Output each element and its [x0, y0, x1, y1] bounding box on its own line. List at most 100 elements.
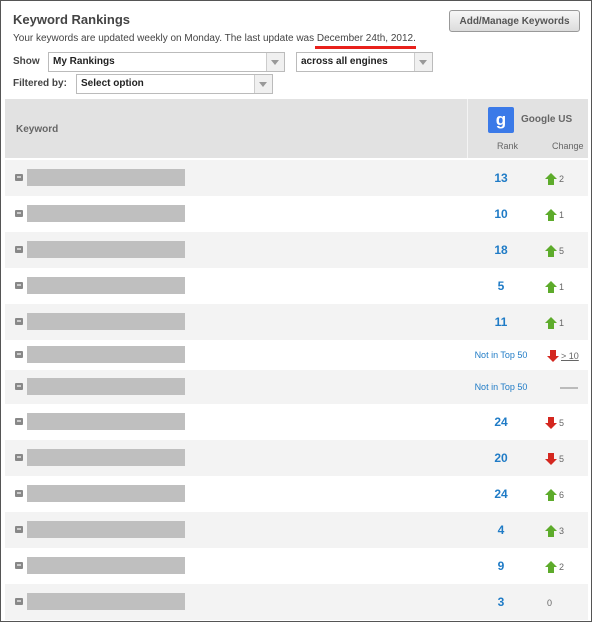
change-value: > 10: [561, 350, 579, 361]
keyword-icon: [15, 598, 23, 605]
arrow-down-icon: [545, 452, 557, 465]
arrow-up-icon: [545, 208, 557, 221]
keyword-icon: [15, 351, 23, 358]
change-cell: > 10: [547, 340, 579, 370]
rank-value: 24: [494, 487, 508, 501]
keyword-redacted: [27, 205, 185, 222]
rank-value: 11: [494, 315, 508, 329]
table-row[interactable]: 51: [5, 268, 588, 304]
keyword-icon: [15, 246, 23, 253]
google-logo-icon: g: [488, 107, 514, 133]
keyword-icon: [15, 210, 23, 217]
change-value: 0: [547, 597, 553, 608]
table-row[interactable]: Not in Top 50: [5, 370, 588, 404]
change-value: 5: [559, 453, 565, 464]
change-cell: 1: [545, 196, 564, 232]
change-column-header[interactable]: Change: [552, 141, 584, 151]
keyword-redacted: [27, 593, 185, 610]
rank-value: 24: [494, 415, 508, 429]
change-value: 1: [559, 209, 565, 220]
rank-value: 5: [497, 279, 505, 293]
table-row[interactable]: 24 6: [5, 476, 588, 512]
change-cell: 5: [545, 440, 564, 476]
rank-value: 20: [494, 451, 508, 465]
chevron-down-icon: [266, 53, 284, 71]
table-row[interactable]: 30: [5, 584, 588, 620]
update-info: Your keywords are updated weekly on Mond…: [13, 33, 416, 44]
keyword-icon: [15, 418, 23, 425]
arrow-down-icon: [545, 416, 557, 429]
filtered-by-label: Filtered by:: [13, 78, 67, 89]
change-value: 1: [559, 317, 565, 328]
filter-select[interactable]: Select option: [76, 74, 273, 94]
rank-value: Not in Top 50: [474, 350, 528, 360]
rank-value: Not in Top 50: [474, 382, 528, 392]
chevron-down-icon: [254, 75, 272, 93]
column-divider: [467, 99, 468, 158]
arrow-up-icon: [545, 172, 557, 185]
change-cell: [545, 370, 578, 404]
arrow-down-icon: [547, 349, 559, 362]
engine-select-value: across all engines: [301, 56, 388, 67]
change-cell: 1: [545, 304, 564, 340]
keyword-rankings-panel: Keyword Rankings Your keywords are updat…: [0, 0, 592, 622]
keyword-redacted: [27, 521, 185, 538]
keyword-icon: [15, 526, 23, 533]
keyword-icon: [15, 383, 23, 390]
keyword-icon: [15, 174, 23, 181]
table-row[interactable]: 13 2: [5, 160, 588, 196]
change-value: 3: [559, 525, 565, 536]
rank-value: 13: [494, 171, 508, 185]
table-row[interactable]: 11 1: [5, 304, 588, 340]
change-cell: 2: [545, 160, 564, 196]
arrow-up-icon: [545, 244, 557, 257]
table-row[interactable]: 20 5: [5, 440, 588, 476]
keyword-redacted: [27, 378, 185, 395]
change-value: 2: [559, 173, 565, 184]
show-select-value: My Rankings: [53, 56, 115, 67]
change-cell: 0: [545, 584, 552, 620]
change-value: 5: [559, 417, 565, 428]
rank-value: 18: [494, 243, 508, 257]
keyword-icon: [15, 454, 23, 461]
change-cell: 5: [545, 232, 564, 268]
change-cell: 3: [545, 512, 564, 548]
change-cell: 2: [545, 548, 564, 584]
keyword-redacted: [27, 413, 185, 430]
chevron-down-icon: [414, 53, 432, 71]
change-cell: 6: [545, 476, 564, 512]
rank-column-header[interactable]: Rank: [497, 141, 518, 151]
engine-name: Google US: [521, 114, 573, 125]
rank-value: 4: [497, 523, 505, 537]
change-value: 1: [559, 281, 565, 292]
update-info-suffix: .: [413, 33, 416, 44]
show-label: Show: [13, 56, 40, 67]
table-row[interactable]: 18 5: [5, 232, 588, 268]
rank-value: 3: [497, 595, 505, 609]
keyword-redacted: [27, 169, 185, 186]
engine-select[interactable]: across all engines: [296, 52, 433, 72]
rank-value: 9: [497, 559, 505, 573]
keyword-redacted: [27, 485, 185, 502]
change-cell: 1: [545, 268, 564, 304]
filter-select-value: Select option: [81, 78, 144, 89]
table-row[interactable]: 43: [5, 512, 588, 548]
table-row[interactable]: 92: [5, 548, 588, 584]
keyword-redacted: [27, 277, 185, 294]
table-row[interactable]: Not in Top 50 > 10: [5, 340, 588, 370]
keyword-column-header[interactable]: Keyword: [16, 124, 58, 135]
keyword-icon: [15, 490, 23, 497]
show-select[interactable]: My Rankings: [48, 52, 285, 72]
update-info-text: Your keywords are updated weekly on Mond…: [13, 33, 317, 44]
keyword-icon: [15, 318, 23, 325]
keyword-icon: [15, 282, 23, 289]
add-manage-keywords-button[interactable]: Add/Manage Keywords: [449, 10, 580, 32]
rank-value: 10: [494, 207, 508, 221]
last-update-date: December 24th, 2012: [316, 33, 414, 44]
table-header: Keyword g Google US Rank Change: [5, 99, 588, 158]
table-row[interactable]: 10 1: [5, 196, 588, 232]
arrow-up-icon: [545, 524, 557, 537]
change-value: 6: [559, 489, 565, 500]
table-row[interactable]: 24 5: [5, 404, 588, 440]
keyword-redacted: [27, 346, 185, 363]
